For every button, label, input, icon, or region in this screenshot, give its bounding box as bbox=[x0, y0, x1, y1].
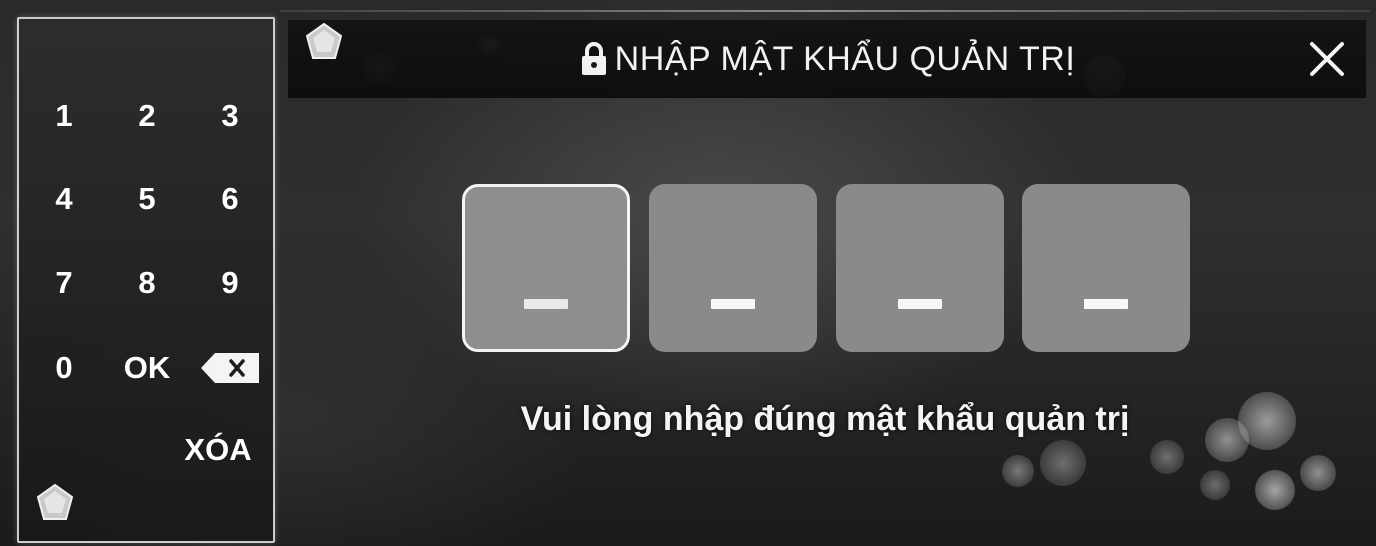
key-8[interactable]: 8 bbox=[112, 258, 182, 308]
pin-entry bbox=[462, 184, 1192, 354]
key-0[interactable]: 0 bbox=[29, 343, 99, 393]
key-7[interactable]: 7 bbox=[29, 258, 99, 308]
ok-button[interactable]: OK bbox=[112, 343, 182, 393]
pin-placeholder bbox=[1084, 299, 1128, 309]
backspace-icon bbox=[201, 353, 259, 383]
lock-icon bbox=[581, 42, 606, 75]
pin-placeholder bbox=[898, 299, 942, 309]
backspace-button[interactable] bbox=[195, 343, 265, 393]
dialog-title: NHẬP MẬT KHẨU QUẢN TRỊ bbox=[614, 39, 1076, 78]
key-3[interactable]: 3 bbox=[195, 91, 265, 141]
pin-digit-1[interactable] bbox=[462, 184, 630, 352]
title-wrap: NHẬP MẬT KHẨU QUẢN TRỊ bbox=[288, 20, 1366, 98]
pin-placeholder bbox=[711, 299, 755, 309]
key-9[interactable]: 9 bbox=[195, 258, 265, 308]
dialog-header: NHẬP MẬT KHẨU QUẢN TRỊ bbox=[288, 20, 1366, 98]
pin-digit-3[interactable] bbox=[836, 184, 1004, 352]
gem-decoration-icon bbox=[36, 483, 74, 520]
key-6[interactable]: 6 bbox=[195, 174, 265, 224]
pin-digit-2[interactable] bbox=[649, 184, 817, 352]
gem-decoration-icon bbox=[305, 22, 343, 59]
pin-placeholder bbox=[524, 299, 568, 309]
instruction-message: Vui lòng nhập đúng mật khẩu quản trị bbox=[520, 400, 1130, 438]
key-2[interactable]: 2 bbox=[112, 91, 182, 141]
pin-digit-4[interactable] bbox=[1022, 184, 1190, 352]
frame-top-line bbox=[280, 10, 1370, 12]
key-4[interactable]: 4 bbox=[29, 174, 99, 224]
clear-button[interactable]: XÓA bbox=[173, 425, 263, 475]
key-5[interactable]: 5 bbox=[112, 174, 182, 224]
key-1[interactable]: 1 bbox=[29, 91, 99, 141]
close-icon[interactable] bbox=[1306, 38, 1348, 80]
numeric-keypad: 1 2 3 4 5 6 7 8 9 0 OK XÓA bbox=[17, 17, 275, 543]
